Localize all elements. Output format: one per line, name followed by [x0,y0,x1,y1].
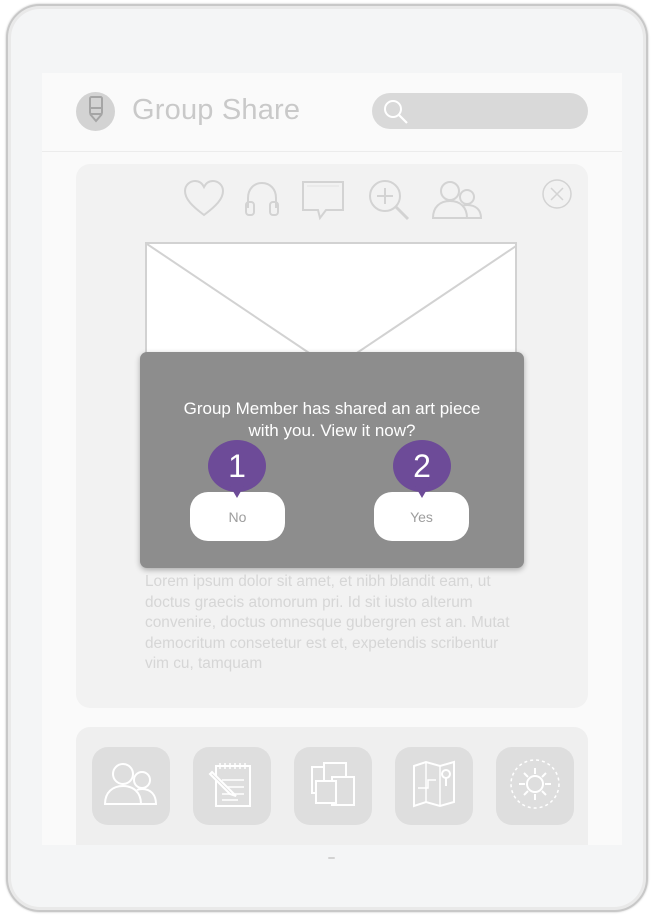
dock-map-button[interactable] [395,747,473,825]
home-indicator [328,857,335,859]
heart-icon[interactable] [182,178,226,223]
annotation-marker-1: 1 [208,440,266,500]
close-icon[interactable] [541,178,573,215]
members-icon [103,760,159,813]
marker-tail [230,486,244,498]
zoom-in-icon[interactable] [366,178,412,229]
annotation-marker-2: 2 [393,440,451,500]
headphones-icon[interactable] [242,178,282,223]
bottom-dock [76,727,588,845]
map-icon [408,758,460,815]
app-title: Group Share [132,94,301,126]
search-input[interactable] [372,93,588,129]
settings-icon [507,756,563,817]
marker-tail [415,486,429,498]
marker-number-1: 1 [208,440,266,492]
gallery-icon [306,757,360,816]
dock-gallery-button[interactable] [294,747,372,825]
dock-members-button[interactable] [92,747,170,825]
group-icon[interactable] [430,178,484,227]
app-header: Group Share [42,73,622,152]
dialog-message: Group Member has shared an art piece wit… [140,398,524,442]
app-logo[interactable] [76,92,115,131]
share-notification-dialog: Group Member has shared an art piece wit… [140,352,524,568]
dialog-message-line-1: Group Member has shared an art piece [183,399,481,418]
notes-icon [208,758,256,815]
search-icon [382,98,410,131]
dock-notes-button[interactable] [193,747,271,825]
dialog-message-line-2: with you. View it now? [248,421,416,440]
marker-number-2: 2 [393,440,451,492]
comment-icon[interactable] [300,178,346,227]
dock-settings-button[interactable] [496,747,574,825]
art-description: Lorem ipsum dolor sit amet, et nibh blan… [145,573,510,672]
pencil-icon [85,95,107,128]
